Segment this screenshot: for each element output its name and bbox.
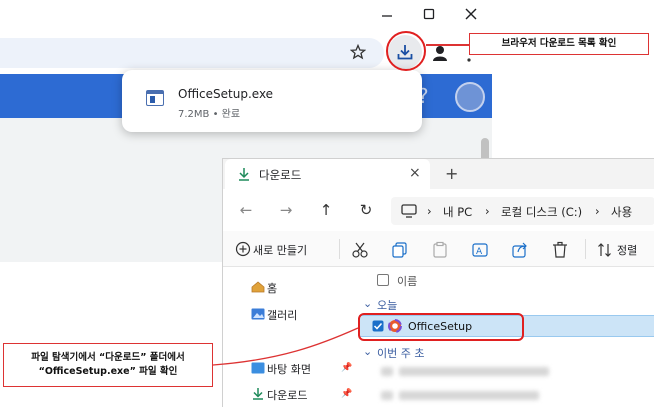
callout-bottom-line2: “OfficeSetup.exe” 파일 확인	[38, 366, 178, 377]
callout-bottom: 파일 탐색기에서 “다운로드” 폴더에서 “OfficeSetup.exe” 파…	[3, 343, 213, 387]
callout-bottom-line1: 파일 탐색기에서 “다운로드” 폴더에서	[31, 352, 185, 363]
